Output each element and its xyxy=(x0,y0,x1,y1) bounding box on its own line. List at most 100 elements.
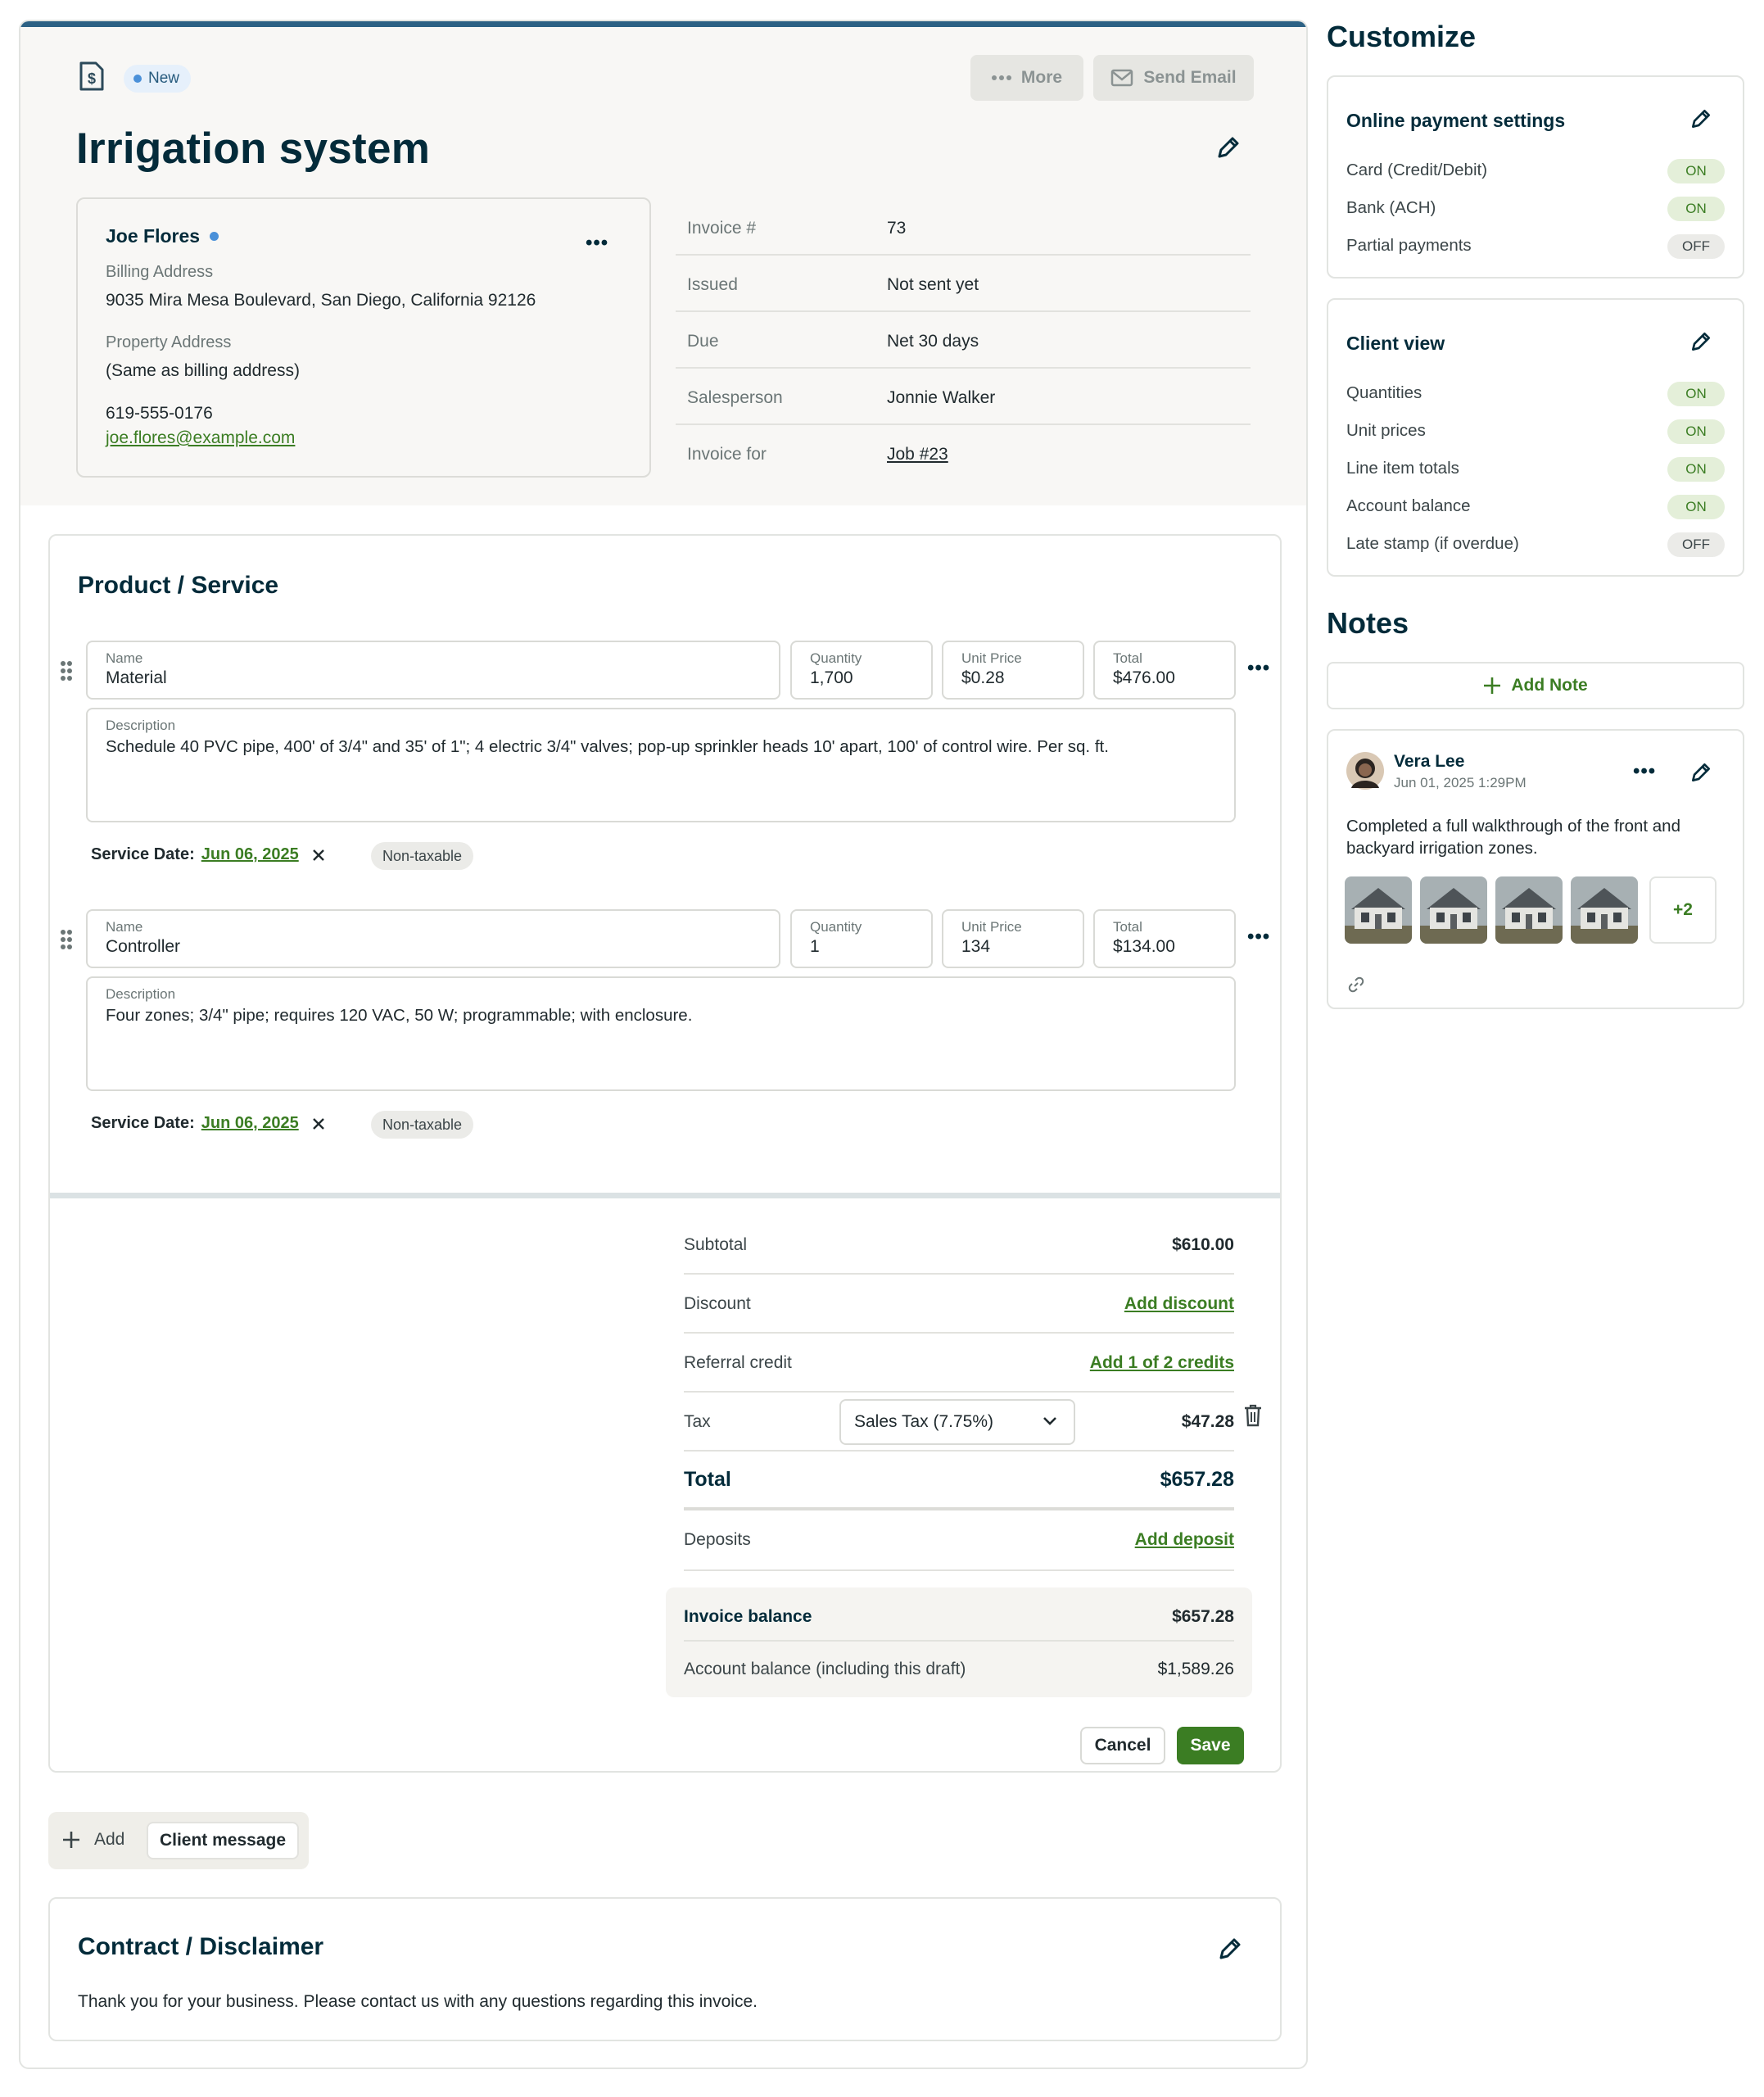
drag-handle-icon[interactable] xyxy=(60,660,73,682)
item-more-button[interactable]: ••• xyxy=(1247,657,1270,680)
contract-card: Contract / Disclaimer Thank you for your… xyxy=(48,1897,1282,2041)
payment-option-card: Card (Credit/Debit) ON xyxy=(1346,152,1725,190)
invoice-meta-list: Invoice # 73 Issued Not sent yet Due Net… xyxy=(676,199,1251,482)
tax-row: Tax Sales Tax (7.75%) $47.28 xyxy=(684,1393,1234,1452)
edit-title-pencil-icon[interactable] xyxy=(1214,134,1242,161)
item-quantity-label: Quantity xyxy=(810,650,862,666)
invoice-panel: $ New More Send Email Irrigation system … xyxy=(19,20,1308,2069)
envelope-icon xyxy=(1111,69,1133,87)
item-unit-price-field[interactable]: Unit Price $0.28 xyxy=(942,641,1084,700)
tax-value: $47.28 xyxy=(1181,1412,1234,1431)
item-name-field[interactable]: Name Material xyxy=(86,641,780,700)
item-name-field[interactable]: Name Controller xyxy=(86,909,780,968)
payment-option-bank: Bank (ACH) ON xyxy=(1346,190,1725,228)
add-credits-link[interactable]: Add 1 of 2 credits xyxy=(1090,1353,1234,1373)
more-button[interactable]: More xyxy=(970,55,1083,101)
meta-row-due: Due Net 30 days xyxy=(676,312,1251,369)
add-discount-link[interactable]: Add discount xyxy=(1124,1294,1234,1314)
tax-rate-select[interactable]: Sales Tax (7.75%) xyxy=(839,1399,1075,1445)
meta-label: Issued xyxy=(687,275,738,294)
link-icon[interactable] xyxy=(1348,976,1364,993)
add-label: Add xyxy=(94,1830,125,1849)
tax-tag[interactable]: Non-taxable xyxy=(371,842,474,870)
item-description-field[interactable]: Description Four zones; 3/4" pipe; requi… xyxy=(86,976,1236,1091)
edit-note-pencil-icon[interactable] xyxy=(1689,760,1713,785)
option-label: Bank (ACH) xyxy=(1346,198,1436,217)
add-section-bar: Add Client message xyxy=(48,1812,309,1869)
item-total-label: Total xyxy=(1113,919,1142,935)
plus-icon[interactable] xyxy=(61,1830,81,1850)
view-option-quantities: Quantities ON xyxy=(1346,375,1725,413)
account-balance-label: Account balance (including this draft) xyxy=(684,1660,966,1678)
payment-option-partial: Partial payments OFF xyxy=(1346,228,1725,265)
option-status-badge[interactable]: ON xyxy=(1667,457,1725,482)
balance-summary: Invoice balance $657.28 Account balance … xyxy=(666,1587,1252,1697)
note-text: Completed a full walkthrough of the fron… xyxy=(1346,817,1680,858)
view-option-line-totals: Line item totals ON xyxy=(1346,451,1725,488)
item-name-value: Controller xyxy=(106,937,181,956)
option-status-badge[interactable]: ON xyxy=(1667,382,1725,406)
send-email-button[interactable]: Send Email xyxy=(1093,55,1254,101)
option-status-badge[interactable]: ON xyxy=(1667,495,1725,519)
item-unit-price-field[interactable]: Unit Price 134 xyxy=(942,909,1084,968)
edit-contract-pencil-icon[interactable] xyxy=(1216,1935,1244,1963)
job-link[interactable]: Job #23 xyxy=(887,445,948,464)
clear-date-close-icon[interactable] xyxy=(312,1117,325,1130)
save-button[interactable]: Save xyxy=(1177,1727,1244,1764)
add-deposit-link[interactable]: Add deposit xyxy=(1135,1530,1234,1550)
client-name[interactable]: Joe Flores xyxy=(106,225,219,247)
item-total-field[interactable]: Total $476.00 xyxy=(1093,641,1236,700)
client-name-text: Joe Flores xyxy=(106,225,201,247)
edit-client-view-pencil-icon[interactable] xyxy=(1689,329,1713,354)
note-more-button[interactable]: ••• xyxy=(1633,760,1656,783)
service-date-link[interactable]: Jun 06, 2025 xyxy=(201,1114,299,1133)
client-email-link[interactable]: joe.flores@example.com xyxy=(106,428,295,448)
meta-label: Invoice # xyxy=(687,219,757,238)
online-payment-title: Online payment settings xyxy=(1346,110,1566,131)
cancel-button[interactable]: Cancel xyxy=(1080,1727,1165,1764)
item-quantity-field[interactable]: Quantity 1,700 xyxy=(790,641,933,700)
avatar xyxy=(1346,752,1384,790)
add-note-button[interactable]: Add Note xyxy=(1327,662,1744,709)
meta-value: Not sent yet xyxy=(887,275,979,294)
account-balance-value: $1,589.26 xyxy=(1157,1660,1234,1678)
item-quantity-value: 1 xyxy=(810,937,820,956)
note-photo-thumbnail[interactable] xyxy=(1345,876,1412,944)
total-value: $657.28 xyxy=(1160,1468,1234,1491)
service-date: Service Date: Jun 06, 2025 xyxy=(91,845,325,864)
option-status-badge[interactable]: ON xyxy=(1667,159,1725,183)
item-quantity-field[interactable]: Quantity 1 xyxy=(790,909,933,968)
subtotal-label: Subtotal xyxy=(684,1235,748,1254)
client-message-button[interactable]: Client message xyxy=(147,1822,299,1859)
note-photo-thumbnail[interactable] xyxy=(1420,876,1487,944)
customize-title: Customize xyxy=(1327,20,1477,53)
drag-handle-icon[interactable] xyxy=(60,929,73,950)
billing-address-label: Billing Address xyxy=(106,263,214,281)
option-status-badge[interactable]: OFF xyxy=(1667,234,1725,259)
more-photos-button[interactable]: +2 xyxy=(1649,876,1717,944)
meta-label: Invoice for xyxy=(687,445,767,464)
edit-payment-pencil-icon[interactable] xyxy=(1689,106,1713,131)
tax-tag[interactable]: Non-taxable xyxy=(371,1111,474,1139)
invoice-header: $ New More Send Email Irrigation system … xyxy=(20,27,1306,505)
plus-icon xyxy=(1484,677,1501,694)
client-more-button[interactable]: ••• xyxy=(586,232,608,255)
clear-date-close-icon[interactable] xyxy=(312,849,325,862)
online-payment-settings-card: Online payment settings Card (Credit/Deb… xyxy=(1327,75,1744,279)
option-status-badge[interactable]: OFF xyxy=(1667,532,1725,557)
item-description-field[interactable]: Description Schedule 40 PVC pipe, 400' o… xyxy=(86,708,1236,822)
item-more-button[interactable]: ••• xyxy=(1247,926,1270,949)
option-status-badge[interactable]: ON xyxy=(1667,419,1725,444)
option-status-badge[interactable]: ON xyxy=(1667,197,1725,221)
send-email-label: Send Email xyxy=(1143,68,1237,87)
tax-label: Tax xyxy=(684,1412,711,1431)
note-photo-thumbnail[interactable] xyxy=(1495,876,1563,944)
note-photo-thumbnail[interactable] xyxy=(1571,876,1638,944)
delete-tax-trash-icon[interactable] xyxy=(1244,1404,1262,1427)
option-label: Unit prices xyxy=(1346,421,1426,440)
section-divider xyxy=(50,1193,1280,1198)
service-date-link[interactable]: Jun 06, 2025 xyxy=(201,845,299,864)
item-name-label: Name xyxy=(106,650,143,666)
item-total-field[interactable]: Total $134.00 xyxy=(1093,909,1236,968)
note-author: Vera Lee xyxy=(1394,752,1465,771)
